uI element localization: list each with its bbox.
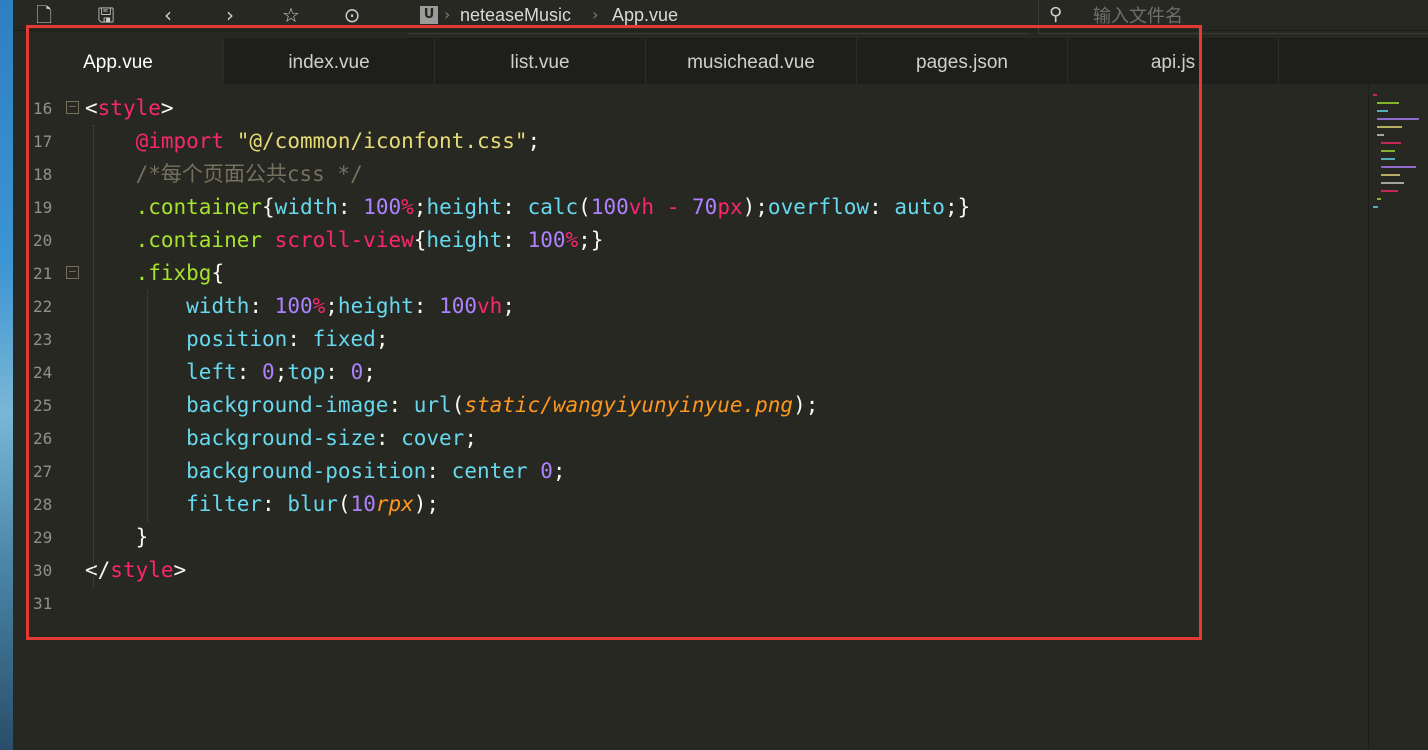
back-icon[interactable]: ‹: [155, 3, 181, 27]
code-line[interactable]: 24 left: 0;top: 0;: [13, 356, 1363, 389]
code-text: background-image: url(static/wangyiyunyi…: [186, 393, 819, 417]
code-line[interactable]: 18 /*每个页面公共css */: [13, 158, 1363, 191]
code-editor[interactable]: 16− <style> 17 @import "@/common/iconfont.…: [13, 84, 1368, 750]
minimap-line: [1381, 182, 1404, 184]
minimap-line: [1373, 94, 1377, 96]
line-number: 27: [33, 462, 53, 481]
code-text: @import "@/common/iconfont.css";: [135, 129, 541, 153]
search-icon: ⚲: [1049, 4, 1063, 25]
tab-index-vue[interactable]: index.vue: [224, 38, 435, 84]
line-number: 25: [33, 396, 53, 415]
line-number: 23: [33, 330, 53, 349]
minimap-line: [1377, 118, 1419, 120]
tab-pages-json[interactable]: pages.json: [857, 38, 1068, 84]
line-number: 17: [33, 132, 53, 151]
minimap-line: [1381, 158, 1395, 160]
editor-tab-bar: App.vue index.vue list.vue musichead.vue…: [13, 38, 1428, 84]
code-text: .container scroll-view{height: 100%;}: [135, 228, 604, 252]
code-line[interactable]: 22 width: 100%;height: 100vh;: [13, 290, 1363, 323]
tab-app-vue[interactable]: App.vue: [13, 38, 224, 84]
indent-guide: [147, 290, 148, 521]
fold-toggle-icon[interactable]: −: [66, 266, 79, 279]
minimap-line: [1377, 134, 1384, 136]
breadcrumb-project[interactable]: neteaseMusic: [460, 5, 571, 26]
code-line[interactable]: 16− <style>: [13, 92, 1363, 125]
minimap-line: [1377, 198, 1381, 200]
minimap-line: [1381, 166, 1416, 168]
code-text: </style>: [85, 558, 187, 582]
code-text: filter: blur(10rpx);: [186, 492, 440, 516]
file-search-input[interactable]: [1091, 3, 1415, 29]
tab-list-vue[interactable]: list.vue: [435, 38, 646, 84]
code-line[interactable]: 26 background-size: cover;: [13, 422, 1363, 455]
project-badge-icon: U: [420, 6, 438, 24]
tab-api-js[interactable]: api.js: [1068, 38, 1279, 84]
line-number: 22: [33, 297, 53, 316]
toolbar: 🗋 🖫 ‹ › ☆ ⊙ U › neteaseMusic › App.vue ⚲: [13, 0, 1428, 34]
code-line[interactable]: 17 @import "@/common/iconfont.css";: [13, 125, 1363, 158]
desktop-background-strip: [0, 0, 13, 750]
code-line[interactable]: 30 </style>: [13, 554, 1363, 587]
breadcrumb-file[interactable]: App.vue: [612, 5, 678, 26]
minimap-line: [1377, 102, 1399, 104]
minimap-line: [1377, 126, 1402, 128]
new-file-icon[interactable]: 🗋: [31, 3, 57, 27]
breadcrumb: U › neteaseMusic › App.vue: [408, 0, 1028, 34]
code-line[interactable]: 27 background-position: center 0;: [13, 455, 1363, 488]
line-number: 18: [33, 165, 53, 184]
minimap-line: [1381, 174, 1400, 176]
tab-musichead-vue[interactable]: musichead.vue: [646, 38, 857, 84]
line-number: 20: [33, 231, 53, 250]
minimap-line: [1373, 206, 1378, 208]
line-number: 29: [33, 528, 53, 547]
line-number: 21: [33, 264, 53, 283]
breadcrumb-separator-icon: ›: [444, 5, 451, 24]
line-number: 31: [33, 594, 53, 613]
minimap-line: [1381, 190, 1398, 192]
code-text: .container{width: 100%;height: calc(100v…: [135, 195, 971, 219]
code-line[interactable]: 28 filter: blur(10rpx);: [13, 488, 1363, 521]
code-text: position: fixed;: [186, 327, 389, 351]
line-number: 28: [33, 495, 53, 514]
code-line[interactable]: 20 .container scroll-view{height: 100%;}: [13, 224, 1363, 257]
line-number: 16: [33, 99, 53, 118]
run-icon[interactable]: ⊙: [339, 3, 365, 27]
code-text: background-size: cover;: [186, 426, 477, 450]
code-line[interactable]: 21− .fixbg{: [13, 257, 1363, 290]
code-line[interactable]: 29 }: [13, 521, 1363, 554]
save-icon[interactable]: 🖫: [93, 3, 119, 27]
line-number: 24: [33, 363, 53, 382]
fold-toggle-icon[interactable]: −: [66, 101, 79, 114]
file-search: ⚲: [1038, 0, 1428, 34]
line-number: 30: [33, 561, 53, 580]
code-line[interactable]: 19 .container{width: 100%;height: calc(1…: [13, 191, 1363, 224]
star-icon[interactable]: ☆: [278, 3, 304, 27]
code-text: background-position: center 0;: [186, 459, 566, 483]
code-text: <style>: [85, 96, 174, 120]
breadcrumb-separator-icon: ›: [592, 5, 599, 24]
code-text: /*每个页面公共css */: [135, 162, 363, 186]
minimap[interactable]: [1368, 84, 1428, 750]
code-line[interactable]: 23 position: fixed;: [13, 323, 1363, 356]
code-text: .fixbg{: [135, 261, 225, 285]
code-text: }: [85, 525, 149, 549]
code-line[interactable]: 25 background-image: url(static/wangyiyu…: [13, 389, 1363, 422]
forward-icon[interactable]: ›: [217, 3, 243, 27]
minimap-line: [1377, 110, 1388, 112]
code-text: width: 100%;height: 100vh;: [186, 294, 515, 318]
line-number: 26: [33, 429, 53, 448]
code-text: left: 0;top: 0;: [186, 360, 376, 384]
minimap-line: [1381, 142, 1401, 144]
indent-guide: [93, 125, 94, 587]
code-line[interactable]: 31: [13, 587, 1363, 620]
line-number: 19: [33, 198, 53, 217]
minimap-line: [1381, 150, 1395, 152]
